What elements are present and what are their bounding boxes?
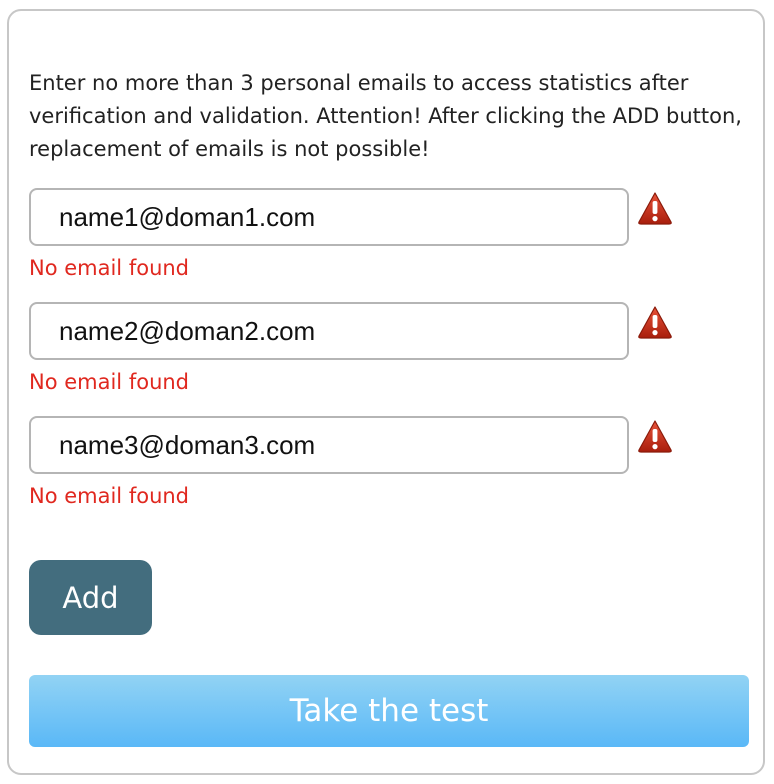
email-error-text: No email found xyxy=(29,484,190,508)
email-input-2[interactable] xyxy=(29,302,629,360)
email-error-text: No email found xyxy=(29,370,190,394)
email-form-card: Enter no more than 3 personal emails to … xyxy=(7,9,765,775)
add-button[interactable]: Add xyxy=(29,560,152,635)
email-row: No email found xyxy=(29,188,719,288)
email-input-3[interactable] xyxy=(29,416,629,474)
warning-icon xyxy=(638,192,672,225)
instructions-text: Enter no more than 3 personal emails to … xyxy=(29,71,742,161)
warning-icon xyxy=(638,306,672,339)
email-row: No email found xyxy=(29,416,719,516)
warning-icon xyxy=(638,420,672,453)
email-input-1[interactable] xyxy=(29,188,629,246)
email-row: No email found xyxy=(29,302,719,402)
email-error-text: No email found xyxy=(29,256,190,280)
take-test-button[interactable]: Take the test xyxy=(29,675,749,747)
